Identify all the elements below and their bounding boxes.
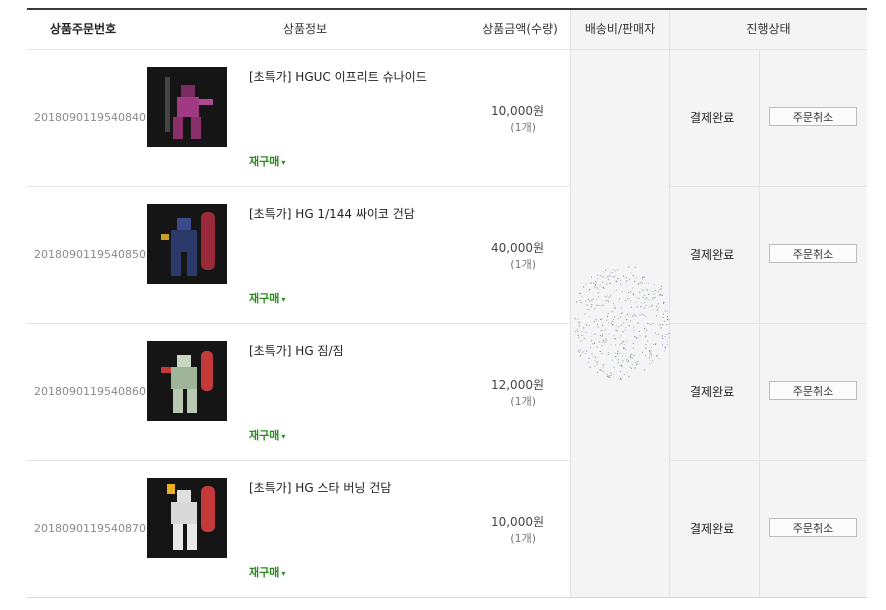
header-amount: 상품금액(수량) (482, 22, 558, 36)
cancel-order-button[interactable]: 주문취소 (769, 107, 857, 126)
product-name[interactable]: [초특가] HG 스타 버닝 건담 (249, 479, 391, 496)
header-product-info: 상품정보 (282, 22, 328, 36)
product-thumbnail[interactable] (147, 341, 227, 421)
order-number: 2018090119540870 (34, 522, 146, 535)
row-divider (27, 323, 570, 324)
cancel-order-button[interactable]: 주문취소 (769, 381, 857, 400)
header-status: 진행상태 (746, 22, 791, 36)
row-divider (670, 323, 867, 324)
seller-info-noise (574, 266, 670, 380)
row-divider (670, 186, 867, 187)
order-number: 2018090119540850 (34, 248, 146, 261)
product-price: 10,000원 (490, 515, 544, 529)
product-quantity: (1개) (510, 121, 536, 134)
product-price: 10,000원 (490, 104, 544, 118)
product-name[interactable]: [초특가] HG 짐/짐 (249, 342, 344, 359)
cancel-order-button[interactable]: 주문취소 (769, 518, 857, 537)
rebuy-button[interactable]: 재구매 ▾ (249, 290, 285, 306)
chevron-down-icon: ▾ (281, 569, 286, 578)
product-quantity: (1개) (510, 532, 536, 545)
product-thumbnail[interactable] (147, 67, 227, 147)
product-quantity: (1개) (510, 258, 536, 271)
chevron-down-icon: ▾ (281, 295, 286, 304)
header-divider (27, 49, 867, 50)
product-quantity: (1개) (510, 395, 536, 408)
product-name[interactable]: [초특가] HGUC 이프리트 슈나이드 (249, 68, 427, 85)
order-number: 2018090119540860 (34, 385, 146, 398)
order-status: 결제완료 (690, 248, 735, 262)
product-price: 12,000원 (490, 378, 544, 392)
header-order-no: 상품주문번호 (49, 22, 117, 36)
chevron-down-icon: ▾ (281, 432, 286, 441)
row-divider (27, 186, 570, 187)
row-divider (670, 460, 867, 461)
rebuy-button[interactable]: 재구매 ▾ (249, 153, 285, 169)
product-name[interactable]: [초특가] HG 1/144 싸이코 건담 (249, 205, 415, 222)
product-price: 40,000원 (490, 241, 544, 255)
product-thumbnail[interactable] (147, 478, 227, 558)
order-status: 결제완료 (690, 111, 735, 125)
chevron-down-icon: ▾ (281, 158, 286, 167)
order-status: 결제완료 (690, 522, 735, 536)
table-bottom-border (27, 597, 867, 598)
rebuy-button[interactable]: 재구매 ▾ (249, 564, 285, 580)
row-divider (27, 460, 570, 461)
rebuy-button[interactable]: 재구매 ▾ (249, 427, 285, 443)
cancel-order-button[interactable]: 주문취소 (769, 244, 857, 263)
column-divider (570, 10, 571, 598)
order-number: 2018090119540840 (34, 111, 146, 124)
product-thumbnail[interactable] (147, 204, 227, 284)
header-shipping: 배송비/판매자 (584, 22, 656, 36)
order-status: 결제완료 (690, 385, 735, 399)
